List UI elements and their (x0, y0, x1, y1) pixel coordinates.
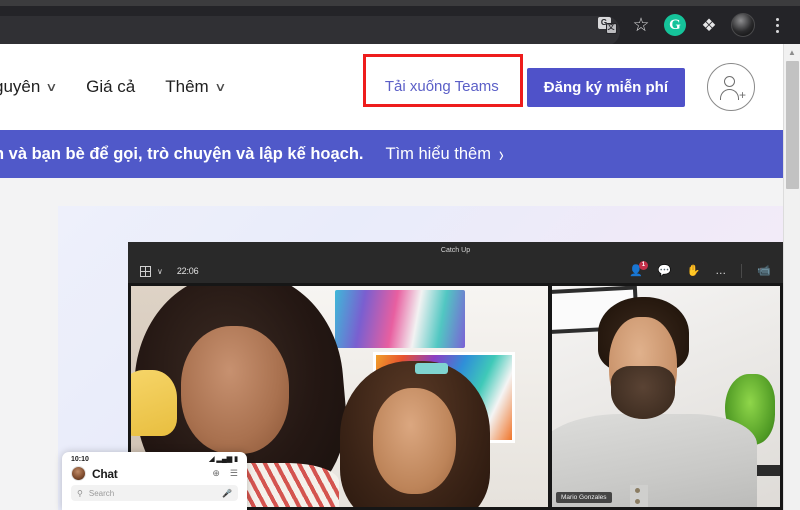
vertical-scrollbar[interactable]: ▲ (783, 44, 800, 510)
puzzle-glyph: ❖ (701, 15, 717, 35)
chevron-right-icon: › (498, 142, 504, 166)
teams-toolbar-actions: 👤 1 💬 ✋ … 📹 (629, 260, 771, 278)
translate-icon-glyph: G 文 (597, 16, 617, 34)
search-icon: ⚲ (77, 488, 83, 498)
promo-banner-text: n và bạn bè để gọi, trò chuyện và lập kế… (0, 144, 364, 163)
scene-artwork-top (335, 290, 465, 348)
account-head-shape (724, 76, 735, 87)
raise-hand-icon[interactable]: ✋ (686, 264, 701, 277)
phone-status-bar: 10:10 ◢ ▂▄▆ ▮ (62, 452, 247, 464)
account-body-shape (720, 89, 739, 100)
video-scene-side (552, 286, 780, 507)
header-actions: Tải xuống Teams Đăng ký miễn phí + (362, 44, 783, 130)
kebab-glyph (775, 17, 779, 33)
phone-user-avatar[interactable] (71, 466, 86, 481)
chevron-down-icon: ∨ (45, 80, 58, 94)
browser-toolbar: G 文 ☆ G ❖ (0, 6, 800, 46)
translate-icon-cjk: 文 (605, 22, 617, 34)
phone-chat-header: Chat ⊕ ☰ (62, 463, 247, 483)
more-options-glyph: … (715, 264, 727, 277)
profile-avatar-icon[interactable] (728, 10, 758, 40)
scene-child-face (372, 387, 457, 494)
phone-header-actions: ⊕ ☰ (212, 468, 238, 479)
bookmark-star-icon[interactable]: ☆ (626, 10, 656, 40)
microphone-icon[interactable]: 🎤 (222, 489, 232, 498)
filter-icon[interactable]: ☰ (230, 468, 238, 479)
phone-mockup: 10:10 ◢ ▂▄▆ ▮ Chat ⊕ ☰ ⚲ Search 🎤 (62, 452, 247, 510)
phone-status-time: 10:10 (71, 455, 89, 463)
nav-item-more-label: Thêm (165, 77, 209, 96)
raise-hand-glyph: ✋ (686, 264, 701, 277)
browser-menu-icon[interactable] (762, 10, 792, 40)
grammarly-extension-icon[interactable]: G (660, 10, 690, 40)
scrollbar-thumb[interactable] (786, 61, 799, 189)
call-timer: 22:06 (176, 266, 199, 276)
video-tile-side[interactable]: Mario Gonzales (552, 286, 780, 507)
add-account-icon[interactable]: + (707, 63, 755, 111)
promo-learn-more-link[interactable]: Tìm hiểu thêm › (385, 142, 504, 166)
nav-item-guyen-label: guyên (0, 77, 41, 96)
participants-icon[interactable]: 👤 1 (629, 260, 648, 277)
scene-yellow-glove (131, 369, 177, 437)
scene-man-button (634, 498, 640, 504)
camera-icon[interactable]: 📹 (757, 264, 771, 277)
camera-glyph: 📹 (757, 264, 771, 277)
gallery-layout-icon[interactable] (140, 265, 151, 277)
chat-bubble-glyph: 💬 (657, 264, 672, 277)
promo-banner: n và bạn bè để gọi, trò chuyện và lập kế… (0, 130, 783, 178)
signup-free-button[interactable]: Đăng ký miễn phí (526, 67, 685, 107)
avatar-circle (731, 13, 755, 37)
scroll-up-arrow-icon[interactable]: ▲ (784, 44, 800, 61)
download-teams-wrapper: Tải xuống Teams (362, 54, 523, 107)
extensions-puzzle-icon[interactable]: ❖ (694, 10, 724, 40)
phone-search-placeholder: Search (88, 488, 115, 498)
nav-item-guyen[interactable]: guyên ∨ (0, 77, 58, 97)
new-chat-icon[interactable]: ⊕ (212, 468, 220, 479)
teams-meeting-toolbar: ∨ 22:06 👤 1 💬 ✋ … 📹 (128, 259, 783, 283)
promo-learn-more-label: Tìm hiểu thêm (385, 144, 491, 163)
participants-badge: 1 (638, 260, 648, 270)
chevron-down-icon: ∨ (213, 80, 227, 94)
screenshot-root: G 文 ☆ G ❖ guyên ∨ (0, 0, 800, 510)
scene-child-hairclip (414, 363, 448, 375)
scene-man-beard (611, 365, 676, 419)
translate-icon[interactable]: G 文 (592, 10, 622, 40)
nav-item-pricing[interactable]: Giá cả (86, 77, 135, 97)
more-options-icon[interactable]: … (715, 264, 727, 277)
phone-search-bar[interactable]: ⚲ Search 🎤 (71, 485, 238, 501)
nav-item-more[interactable]: Thêm ∨ (165, 77, 227, 97)
nav-item-pricing-label: Giá cả (86, 77, 136, 96)
bookmark-star-glyph: ☆ (632, 14, 650, 36)
primary-nav: guyên ∨ Giá cả Thêm ∨ (0, 77, 227, 97)
browser-toolbar-icons: G 文 ☆ G ❖ (592, 10, 800, 40)
site-header: guyên ∨ Giá cả Thêm ∨ Tải xuống Teams Đă… (0, 44, 783, 130)
toolbar-divider (741, 264, 743, 278)
chat-bubble-icon[interactable]: 💬 (657, 264, 672, 277)
phone-status-icons: ◢ ▂▄▆ ▮ (209, 456, 238, 463)
chevron-down-icon[interactable]: ∨ (157, 267, 163, 276)
address-bar[interactable] (0, 16, 620, 46)
scene-adult-face (181, 325, 290, 454)
phone-chat-title: Chat (92, 466, 118, 481)
teams-meeting-title: Catch Up (440, 247, 471, 254)
teams-title-bar: Catch Up (128, 242, 783, 259)
grammarly-glyph: G (664, 14, 686, 36)
participant-name-label: Mario Gonzales (556, 492, 612, 503)
account-plus-glyph: + (738, 88, 746, 102)
download-teams-link[interactable]: Tải xuống Teams (371, 72, 513, 101)
